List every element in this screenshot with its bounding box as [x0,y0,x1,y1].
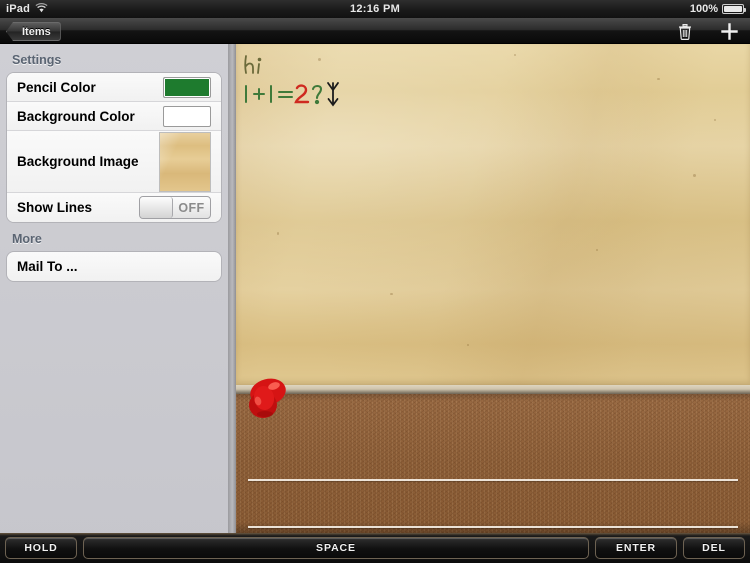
status-bar: iPad 12:16 PM 100% [0,0,750,18]
setting-label: Pencil Color [17,79,96,95]
navigation-bar: Items [0,18,750,44]
ipad-screen: iPad 12:16 PM 100% Items Settings Pencil… [0,0,750,563]
background-color-swatch[interactable] [163,105,211,127]
key-del[interactable]: DEL [683,537,745,559]
settings-sidebar: Settings Pencil Color Background Color B… [0,44,228,563]
note-canvas[interactable] [236,44,750,563]
bottom-key-bar: HOLD SPACE ENTER DEL [0,533,750,563]
setting-row-background-color[interactable]: Background Color [7,102,221,131]
status-bar-right: 100% [689,3,746,15]
back-button-items[interactable]: Items [6,22,61,41]
battery-percent: 100% [689,3,718,15]
handwriting-layer [244,55,339,107]
background-image-thumbnail[interactable] [159,131,211,192]
setting-label: Mail To ... [17,259,78,274]
section-header-more: More [12,232,42,246]
setting-row-show-lines[interactable]: Show Lines OFF [7,193,221,222]
toggle-state-label: OFF [178,200,205,215]
cork-ruled-line [248,526,738,528]
key-space[interactable]: SPACE [83,537,589,559]
show-lines-toggle[interactable]: OFF [139,196,211,219]
paper-bottom-edge [236,385,750,394]
more-group: Mail To ... [6,251,222,282]
back-button-label: Items [22,25,51,38]
setting-label: Show Lines [17,200,93,215]
key-enter[interactable]: ENTER [595,537,677,559]
pencil-color-swatch[interactable] [163,76,211,98]
toggle-knob [140,197,173,218]
parchment-paper[interactable] [236,44,750,385]
setting-row-pencil-color[interactable]: Pencil Color [7,73,221,102]
key-label: SPACE [316,542,356,554]
battery-icon [722,4,746,14]
setting-label: Background Image [17,154,139,169]
trash-icon[interactable] [674,20,696,42]
navigation-bar-actions [674,20,740,42]
key-label: DEL [702,542,726,554]
setting-label: Background Color [17,108,135,124]
setting-row-background-image[interactable]: Background Image [7,131,221,193]
pushpin-icon[interactable] [241,374,293,426]
sidebar-divider [228,44,236,563]
key-hold[interactable]: HOLD [5,537,77,559]
plus-icon[interactable] [718,20,740,42]
key-label: ENTER [615,542,657,554]
status-bar-time: 12:16 PM [349,3,401,15]
setting-row-mail-to[interactable]: Mail To ... [7,252,221,281]
section-header-settings: Settings [12,53,62,67]
cork-ruled-line [248,479,738,481]
settings-group: Pencil Color Background Color Background… [6,72,222,223]
cork-board[interactable] [236,394,750,533]
key-label: HOLD [24,542,58,554]
